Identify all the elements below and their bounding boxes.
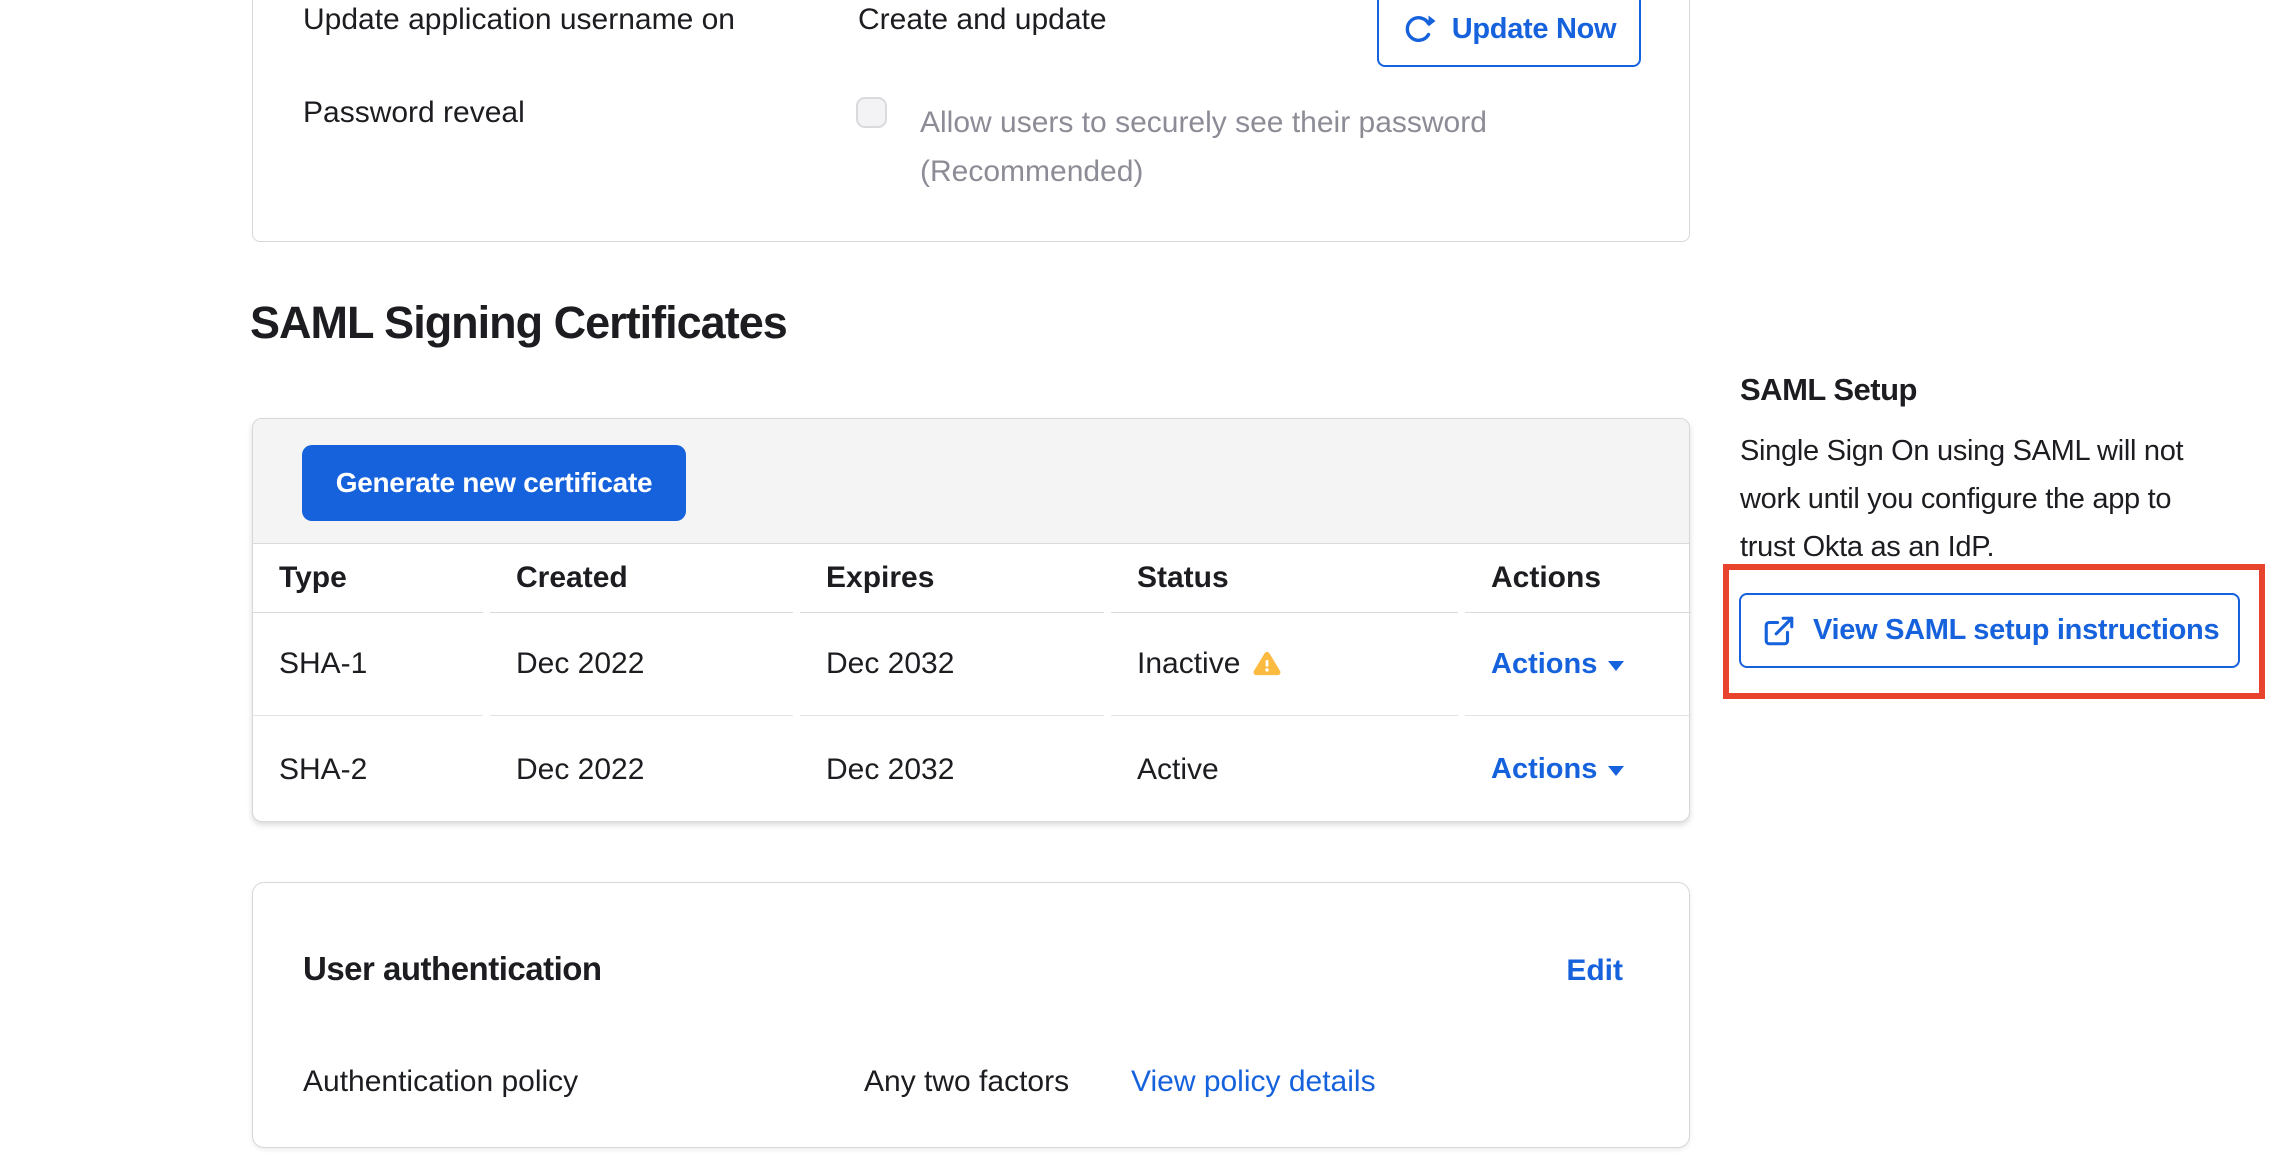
certificates-table: Type Created Expires Status Actions SHA-… bbox=[253, 544, 1689, 823]
view-saml-setup-instructions-label: View SAML setup instructions bbox=[1813, 614, 2219, 647]
cert-type-cell: SHA-1 bbox=[253, 613, 483, 716]
saml-setup-title: SAML Setup bbox=[1740, 373, 1917, 407]
table-row: SHA-1 Dec 2022 Dec 2032 Inactive Actions bbox=[253, 613, 1689, 716]
saml-setup-description-line2: work until you configure the app to bbox=[1740, 475, 2279, 523]
actions-menu-button[interactable]: Actions bbox=[1491, 753, 1624, 786]
column-header-created: Created bbox=[490, 544, 793, 613]
cert-type-cell: SHA-2 bbox=[253, 716, 483, 823]
password-reveal-label: Password reveal bbox=[303, 98, 525, 128]
saml-setup-description-line1: Single Sign On using SAML will not bbox=[1740, 427, 2279, 475]
authentication-policy-value: Any two factors bbox=[864, 1067, 1069, 1097]
cert-expires-cell: Dec 2032 bbox=[800, 716, 1104, 823]
application-settings-card: Update application username on Create an… bbox=[252, 0, 1690, 242]
username-update-label: Update application username on bbox=[303, 5, 735, 35]
warning-icon bbox=[1253, 651, 1281, 677]
update-now-button[interactable]: Update Now bbox=[1377, 0, 1641, 67]
password-reveal-description: Allow users to securely see their passwo… bbox=[920, 98, 1487, 196]
cert-status-cell: Active bbox=[1111, 716, 1458, 823]
user-authentication-card: User authentication Edit Authentication … bbox=[252, 882, 1690, 1148]
column-header-status: Status bbox=[1111, 544, 1458, 613]
column-header-expires: Expires bbox=[800, 544, 1104, 613]
password-reveal-checkbox[interactable] bbox=[856, 97, 887, 128]
edit-link[interactable]: Edit bbox=[1566, 953, 1623, 989]
user-authentication-title: User authentication bbox=[303, 949, 602, 989]
cert-created-cell: Dec 2022 bbox=[490, 613, 793, 716]
actions-menu-label: Actions bbox=[1491, 648, 1597, 681]
table-row: SHA-2 Dec 2022 Dec 2032 Active Actions bbox=[253, 716, 1689, 823]
actions-menu-label: Actions bbox=[1491, 753, 1597, 786]
certificates-card-header: Generate new certificate bbox=[253, 419, 1689, 544]
view-saml-setup-instructions-button[interactable]: View SAML setup instructions bbox=[1739, 593, 2240, 668]
column-header-type: Type bbox=[253, 544, 483, 613]
page: { "colors": { "primary_blue": "#1662dd",… bbox=[0, 0, 2279, 1158]
certificates-table-header-row: Type Created Expires Status Actions bbox=[253, 544, 1689, 613]
external-link-icon bbox=[1762, 614, 1796, 648]
column-header-actions: Actions bbox=[1465, 544, 1691, 613]
highlight-annotation-box: View SAML setup instructions bbox=[1723, 564, 2265, 699]
view-policy-details-link[interactable]: View policy details bbox=[1131, 1067, 1376, 1097]
refresh-icon bbox=[1402, 12, 1436, 46]
cert-expires-cell: Dec 2032 bbox=[800, 613, 1104, 716]
caret-down-icon bbox=[1608, 661, 1624, 671]
cert-actions-cell: Actions bbox=[1465, 716, 1691, 823]
status-text: Inactive bbox=[1137, 647, 1240, 681]
cert-status-cell: Inactive bbox=[1111, 613, 1458, 716]
saml-certificates-heading: SAML Signing Certificates bbox=[250, 296, 787, 350]
generate-certificate-button[interactable]: Generate new certificate bbox=[302, 445, 686, 521]
saml-setup-description: Single Sign On using SAML will not work … bbox=[1740, 427, 2279, 571]
caret-down-icon bbox=[1608, 766, 1624, 776]
password-reveal-description-line2: (Recommended) bbox=[920, 147, 1487, 196]
actions-menu-button[interactable]: Actions bbox=[1491, 648, 1624, 681]
saml-certificates-card: Generate new certificate Type Created Ex… bbox=[252, 418, 1690, 822]
username-update-value: Create and update bbox=[858, 5, 1107, 35]
update-now-label: Update Now bbox=[1452, 13, 1617, 46]
cert-created-cell: Dec 2022 bbox=[490, 716, 793, 823]
password-reveal-description-line1: Allow users to securely see their passwo… bbox=[920, 98, 1487, 147]
authentication-policy-label: Authentication policy bbox=[303, 1067, 578, 1097]
cert-actions-cell: Actions bbox=[1465, 613, 1691, 716]
